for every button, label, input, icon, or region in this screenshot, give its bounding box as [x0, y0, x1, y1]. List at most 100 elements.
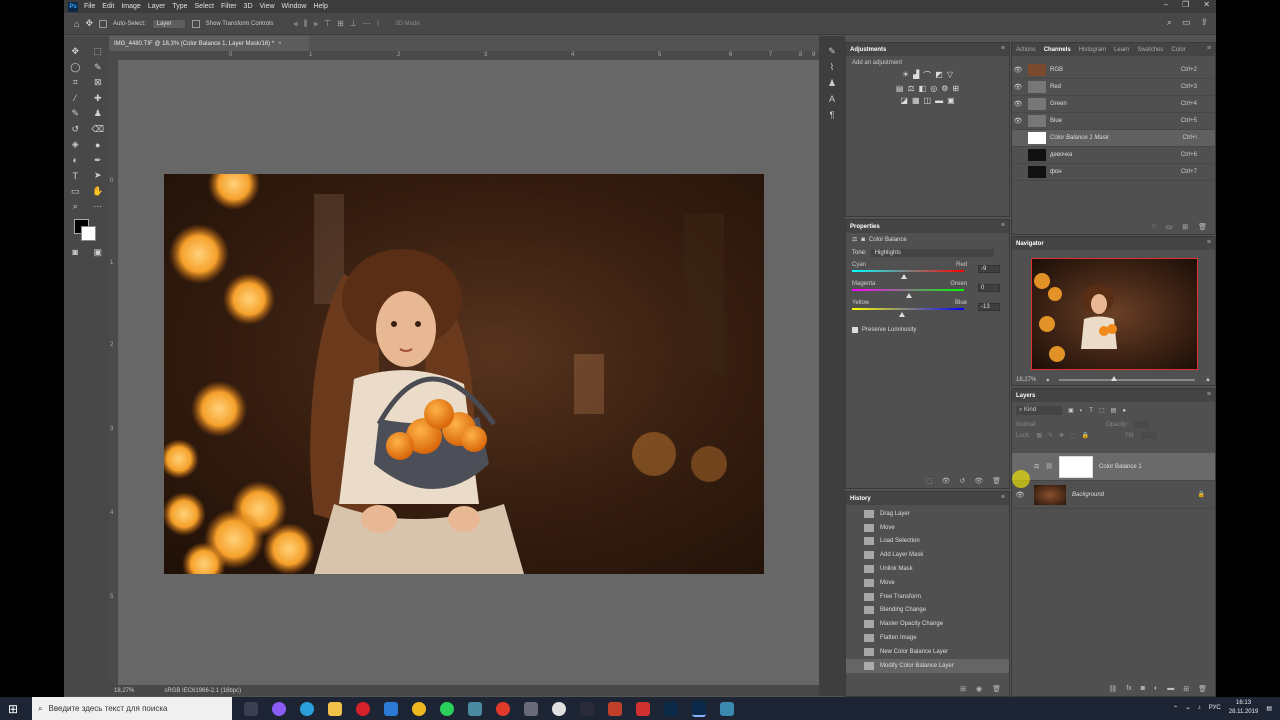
layer-row[interactable]: ⚖ ⛓ Color Balance 1 — [1012, 453, 1215, 481]
delete-layer-icon[interactable]: 🗑 — [1198, 685, 1207, 693]
channel-mixer-icon[interactable]: ⚙ — [941, 84, 948, 93]
curves-icon[interactable]: ⌒ — [923, 70, 931, 81]
slider-yellow-blue[interactable]: Yellow Blue — [852, 300, 967, 317]
opera-icon[interactable] — [356, 701, 371, 716]
visibility-eye-icon[interactable]: 👁 — [1012, 83, 1024, 91]
gradient-map-icon[interactable]: ▬ — [935, 96, 943, 105]
zoom-slider[interactable] — [1059, 375, 1196, 381]
photoshop-taskbar-icon[interactable] — [664, 701, 679, 716]
reset-icon[interactable]: ↺ — [959, 477, 965, 485]
clock[interactable]: 16:13 28.11.2019 — [1229, 699, 1259, 717]
panel-menu-icon[interactable]: ≡ — [1001, 494, 1005, 501]
panel-menu-icon[interactable]: ≡ — [1207, 391, 1211, 398]
minimize-icon[interactable]: – — [1164, 0, 1168, 9]
distribute-v-icon[interactable]: ⁝ — [377, 19, 380, 29]
tab-properties[interactable]: Properties — [850, 224, 880, 230]
telegram-icon[interactable] — [300, 701, 315, 716]
panel-menu-icon[interactable]: ≡ — [1207, 45, 1211, 52]
share-icon[interactable]: ⇪ — [1200, 17, 1208, 28]
tab-swatches[interactable]: Swatches — [1137, 47, 1163, 53]
clip-to-layer-icon[interactable]: ⬚ — [926, 477, 933, 485]
history-item[interactable]: Flatten Image — [846, 631, 1009, 645]
visibility-eye-icon[interactable]: 👁 — [1012, 117, 1024, 125]
eraser-tool-icon[interactable]: ⌫ — [91, 123, 105, 135]
history-item[interactable]: Blending Change — [846, 604, 1009, 618]
language-indicator[interactable]: РУС — [1209, 705, 1221, 711]
tab-actions[interactable]: Actions — [1016, 47, 1036, 53]
clone-source-icon[interactable]: ♟ — [819, 78, 845, 94]
align-middle-icon[interactable]: ⊞ — [337, 19, 344, 29]
lasso-tool-icon[interactable]: ◯ — [68, 61, 82, 73]
channel-row[interactable]: 👁 Red Ctrl+3 — [1012, 79, 1215, 96]
navigator-preview[interactable] — [1031, 258, 1198, 370]
color-balance-icon[interactable]: ⚖ — [907, 84, 914, 93]
menu-edit[interactable]: Edit — [102, 3, 114, 10]
slider-cyan-red[interactable]: Cyan Red — [852, 262, 967, 279]
new-channel-icon[interactable]: ⊞ — [1182, 223, 1188, 231]
zoom-out-icon[interactable]: ▴ — [1046, 376, 1049, 383]
w-app-icon[interactable] — [552, 701, 567, 716]
app2-icon[interactable] — [608, 701, 623, 716]
tab-history[interactable]: History — [850, 496, 871, 502]
align-center-icon[interactable]: ⫼ — [304, 19, 308, 29]
auto-select-checkbox[interactable] — [98, 19, 107, 28]
toggle-visibility-icon[interactable]: 👁 — [974, 477, 983, 485]
more-tools-icon[interactable]: ⋯ — [91, 201, 105, 213]
link-layers-icon[interactable]: ⛓ — [1108, 685, 1117, 693]
channel-row[interactable]: девочка Ctrl+6 — [1012, 147, 1215, 164]
new-document-from-state-icon[interactable]: ⊞ — [960, 685, 966, 693]
character-icon[interactable]: A — [819, 94, 845, 110]
panel-menu-icon[interactable]: ≡ — [1001, 222, 1005, 229]
preserve-luminosity-checkbox[interactable] — [852, 327, 858, 333]
slider-value-input[interactable]: 0 — [978, 284, 1000, 292]
whatsapp-icon[interactable] — [440, 701, 455, 716]
threshold-icon[interactable]: ◫ — [924, 96, 932, 105]
selective-color-icon[interactable]: ▣ — [947, 96, 955, 105]
delete-adjustment-icon[interactable]: 🗑 — [992, 477, 1001, 485]
skype-icon[interactable] — [412, 701, 427, 716]
align-right-icon[interactable]: ⫸ — [314, 19, 319, 29]
link-icon[interactable]: ⛓ — [1045, 463, 1053, 470]
taskbar-search[interactable]: ⌕ Введите здесь текст для поиска — [32, 697, 233, 720]
history-item[interactable]: Add Layer Mask — [846, 548, 1009, 562]
color-lookup-icon[interactable]: ⊞ — [952, 84, 959, 93]
menu-help[interactable]: Help — [313, 3, 327, 10]
quick-select-tool-icon[interactable]: ✎ — [91, 61, 105, 73]
paint-bucket-icon[interactable]: ◈ — [68, 139, 82, 151]
tray-chevron-icon[interactable]: ⌃ — [1173, 705, 1178, 712]
brush-tool-icon[interactable]: ✎ — [68, 108, 82, 120]
vibrance-icon[interactable]: ▽ — [947, 70, 953, 81]
lock-position-icon[interactable]: ✥ — [1059, 432, 1064, 439]
eyedropper-tool-icon[interactable]: ⁄ — [68, 92, 82, 104]
new-group-icon[interactable]: ▬ — [1167, 685, 1174, 693]
photoshop-active-taskbar-icon[interactable] — [692, 700, 707, 717]
save-selection-icon[interactable]: ▭ — [1166, 223, 1173, 231]
channel-row[interactable]: Color Balance 1 Mask Ctrl+\ — [1012, 130, 1215, 147]
distribute-icon[interactable]: ⋯ — [363, 19, 371, 29]
bridge-icon[interactable] — [580, 701, 595, 716]
slider-magenta-green[interactable]: Magenta Green — [852, 281, 967, 298]
filter-toggle-icon[interactable]: ● — [1122, 408, 1126, 414]
history-brush-icon[interactable]: ↺ — [68, 123, 82, 135]
lock-all-icon[interactable]: 🔒 — [1082, 432, 1089, 439]
brightness-icon[interactable]: ☀ — [902, 70, 909, 81]
move-tool-icon[interactable]: ✥ — [85, 18, 93, 29]
lock-artboard-icon[interactable]: ⬚ — [1070, 432, 1076, 439]
tab-navigator[interactable]: Navigator — [1016, 241, 1044, 247]
filter-kind-dropdown[interactable]: ⌕ Kind — [1016, 406, 1062, 415]
delete-channel-icon[interactable]: 🗑 — [1198, 223, 1207, 231]
yandex-icon[interactable] — [496, 701, 511, 716]
tone-dropdown[interactable]: Highlights — [870, 249, 994, 257]
add-mask-icon[interactable]: ◙ — [1141, 685, 1145, 693]
align-top-icon[interactable]: ⊤ — [324, 19, 331, 29]
tab-color[interactable]: Color — [1171, 47, 1185, 53]
panel-menu-icon[interactable]: ≡ — [1001, 45, 1005, 52]
invert-icon[interactable]: ◪ — [900, 96, 908, 105]
align-bottom-icon[interactable]: ⊥ — [350, 19, 357, 29]
view-previous-icon[interactable]: 👁 — [941, 477, 950, 485]
type-tool-icon[interactable]: T — [68, 170, 82, 182]
filter-smart-icon[interactable]: ▤ — [1111, 407, 1117, 414]
app-icon[interactable] — [468, 701, 483, 716]
slider-knob[interactable] — [899, 312, 905, 317]
panel-menu-icon[interactable]: ≡ — [1207, 239, 1211, 246]
